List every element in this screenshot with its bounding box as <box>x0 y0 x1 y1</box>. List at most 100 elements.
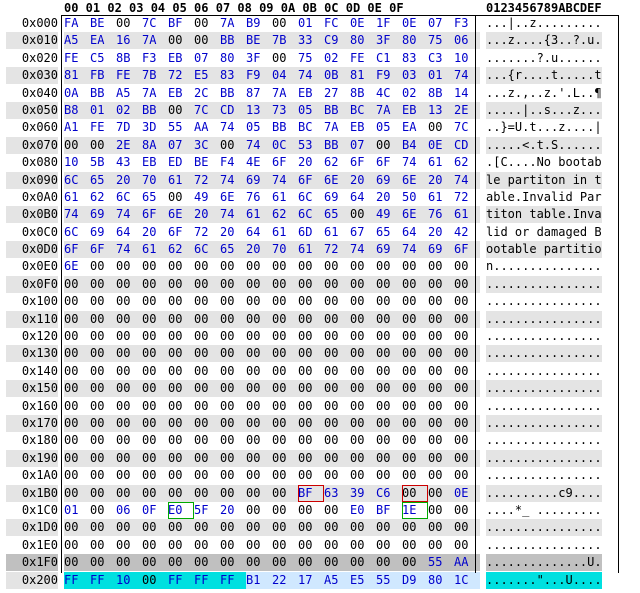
hex-byte[interactable]: 00 <box>428 293 454 310</box>
hex-byte[interactable]: 00 <box>272 519 298 536</box>
hex-byte[interactable]: 00 <box>298 415 324 432</box>
hex-byte[interactable]: 6F <box>298 172 324 189</box>
hex-byte[interactable]: 67 <box>350 224 376 241</box>
hex-byte[interactable]: 00 <box>168 32 194 49</box>
hex-byte[interactable]: 00 <box>454 328 480 345</box>
hex-byte[interactable]: 20 <box>298 154 324 171</box>
hex-byte[interactable]: 4C <box>376 85 402 102</box>
hex-byte[interactable]: 05 <box>376 119 402 136</box>
hex-byte[interactable]: 00 <box>116 293 142 310</box>
hex-byte[interactable]: 00 <box>246 363 272 380</box>
hex-byte[interactable]: 6C <box>64 224 90 241</box>
hex-byte[interactable]: 20 <box>246 241 272 258</box>
hex-byte[interactable]: 00 <box>168 415 194 432</box>
hex-row[interactable]: 0x13000000000000000000000000000000000...… <box>0 345 640 362</box>
hex-row[interactable]: 0x020FEC58BF3EB07803F007502FEC183C310...… <box>0 50 640 67</box>
hex-byte[interactable]: C1 <box>376 50 402 67</box>
hex-byte[interactable]: 00 <box>272 258 298 275</box>
hex-cells[interactable]: 00000000000000000000000000000000 <box>64 345 480 362</box>
hex-byte[interactable]: 6E <box>402 206 428 223</box>
hex-byte[interactable]: 00 <box>272 415 298 432</box>
hex-byte[interactable]: 20 <box>428 172 454 189</box>
hex-byte[interactable]: 00 <box>246 537 272 554</box>
hex-byte[interactable]: 5F <box>194 502 220 519</box>
hex-byte[interactable]: 00 <box>90 467 116 484</box>
hex-byte[interactable]: 00 <box>90 345 116 362</box>
hex-byte[interactable]: BC <box>298 119 324 136</box>
hex-byte[interactable]: 00 <box>454 276 480 293</box>
hex-byte[interactable]: 00 <box>324 554 350 571</box>
hex-byte[interactable]: 00 <box>350 345 376 362</box>
hex-byte[interactable]: 10 <box>116 572 142 589</box>
hex-byte[interactable]: 00 <box>272 554 298 571</box>
hex-row[interactable]: 0x010A5EA167A0000BBBE7B33C9803F807506...… <box>0 32 640 49</box>
hex-byte[interactable]: 00 <box>350 415 376 432</box>
hex-byte[interactable]: 00 <box>90 450 116 467</box>
hex-byte[interactable]: 00 <box>64 293 90 310</box>
hex-byte[interactable]: 00 <box>168 519 194 536</box>
hex-byte[interactable]: 02 <box>116 102 142 119</box>
hex-byte[interactable]: 00 <box>116 345 142 362</box>
hex-cells[interactable]: 61626C6500496E76616C696420506172 <box>64 189 480 206</box>
hex-byte[interactable]: 00 <box>194 293 220 310</box>
hex-byte[interactable]: F3 <box>142 50 168 67</box>
hex-byte[interactable]: 74 <box>116 206 142 223</box>
hex-byte[interactable]: 00 <box>142 345 168 362</box>
hex-byte[interactable]: 00 <box>402 398 428 415</box>
hex-byte[interactable]: 61 <box>64 189 90 206</box>
hex-byte[interactable]: 64 <box>350 189 376 206</box>
hex-cells[interactable]: 00000000000000000000000000000000 <box>64 293 480 310</box>
hex-byte[interactable]: 00 <box>324 502 350 519</box>
hex-byte[interactable]: 4E <box>246 154 272 171</box>
hex-byte[interactable]: 00 <box>350 537 376 554</box>
hex-byte[interactable]: 00 <box>64 345 90 362</box>
hex-byte[interactable]: 00 <box>428 537 454 554</box>
hex-byte[interactable]: 01 <box>298 15 324 32</box>
hex-byte[interactable]: 00 <box>90 276 116 293</box>
hex-byte[interactable]: 0E <box>454 485 480 502</box>
hex-byte[interactable]: 72 <box>194 224 220 241</box>
hex-byte[interactable]: 00 <box>246 380 272 397</box>
hex-row[interactable]: 0x07000002E8A073C00740C53BB0700B40ECD...… <box>0 137 640 154</box>
hex-byte[interactable]: 70 <box>272 241 298 258</box>
hex-byte[interactable]: 00 <box>220 380 246 397</box>
hex-byte[interactable]: 00 <box>454 363 480 380</box>
hex-byte[interactable]: 6C <box>116 189 142 206</box>
hex-cells[interactable]: 00000000000000000000000000000000 <box>64 380 480 397</box>
hex-byte[interactable]: 00 <box>168 537 194 554</box>
hex-byte[interactable]: 00 <box>272 502 298 519</box>
hex-byte[interactable]: 55 <box>168 119 194 136</box>
hex-byte[interactable]: 00 <box>64 467 90 484</box>
hex-byte[interactable]: 00 <box>376 137 402 154</box>
hex-row[interactable]: 0x200FFFF1000FFFFFFB12217A5E555D9801C...… <box>0 572 640 589</box>
hex-byte[interactable]: 00 <box>194 258 220 275</box>
hex-byte[interactable]: 00 <box>116 432 142 449</box>
hex-byte[interactable]: 00 <box>220 519 246 536</box>
hex-byte[interactable]: 00 <box>454 345 480 362</box>
hex-byte[interactable]: 61 <box>272 189 298 206</box>
hex-byte[interactable]: 65 <box>376 224 402 241</box>
hex-row[interactable]: 0x050B80102BB007CCD137305BBBC7AEB132E...… <box>0 102 640 119</box>
hex-byte[interactable]: C5 <box>90 50 116 67</box>
hex-byte[interactable]: 00 <box>272 345 298 362</box>
hex-row[interactable]: 0x1C00100060FE05F2000000000E0BF1E0000...… <box>0 502 640 519</box>
hex-byte[interactable]: 00 <box>298 398 324 415</box>
hex-byte[interactable]: 7A <box>324 119 350 136</box>
hex-byte[interactable]: 02 <box>324 50 350 67</box>
hex-byte[interactable]: 0F <box>142 502 168 519</box>
hex-byte[interactable]: 00 <box>142 485 168 502</box>
hex-byte[interactable]: 20 <box>376 189 402 206</box>
hex-byte[interactable]: 00 <box>376 450 402 467</box>
hex-row[interactable]: 0x0D06F6F7461626C6520706172746974696Foot… <box>0 241 640 258</box>
hex-byte[interactable]: 00 <box>142 363 168 380</box>
hex-byte[interactable]: 6F <box>454 241 480 258</box>
hex-byte[interactable]: 00 <box>168 554 194 571</box>
hex-byte[interactable]: 00 <box>220 328 246 345</box>
hex-byte[interactable]: A5 <box>116 85 142 102</box>
hex-byte[interactable]: 00 <box>428 119 454 136</box>
hex-byte[interactable]: 00 <box>376 380 402 397</box>
hex-byte[interactable]: 00 <box>272 537 298 554</box>
hex-byte[interactable]: 70 <box>142 172 168 189</box>
hex-byte[interactable]: CD <box>454 137 480 154</box>
hex-byte[interactable]: 00 <box>454 467 480 484</box>
